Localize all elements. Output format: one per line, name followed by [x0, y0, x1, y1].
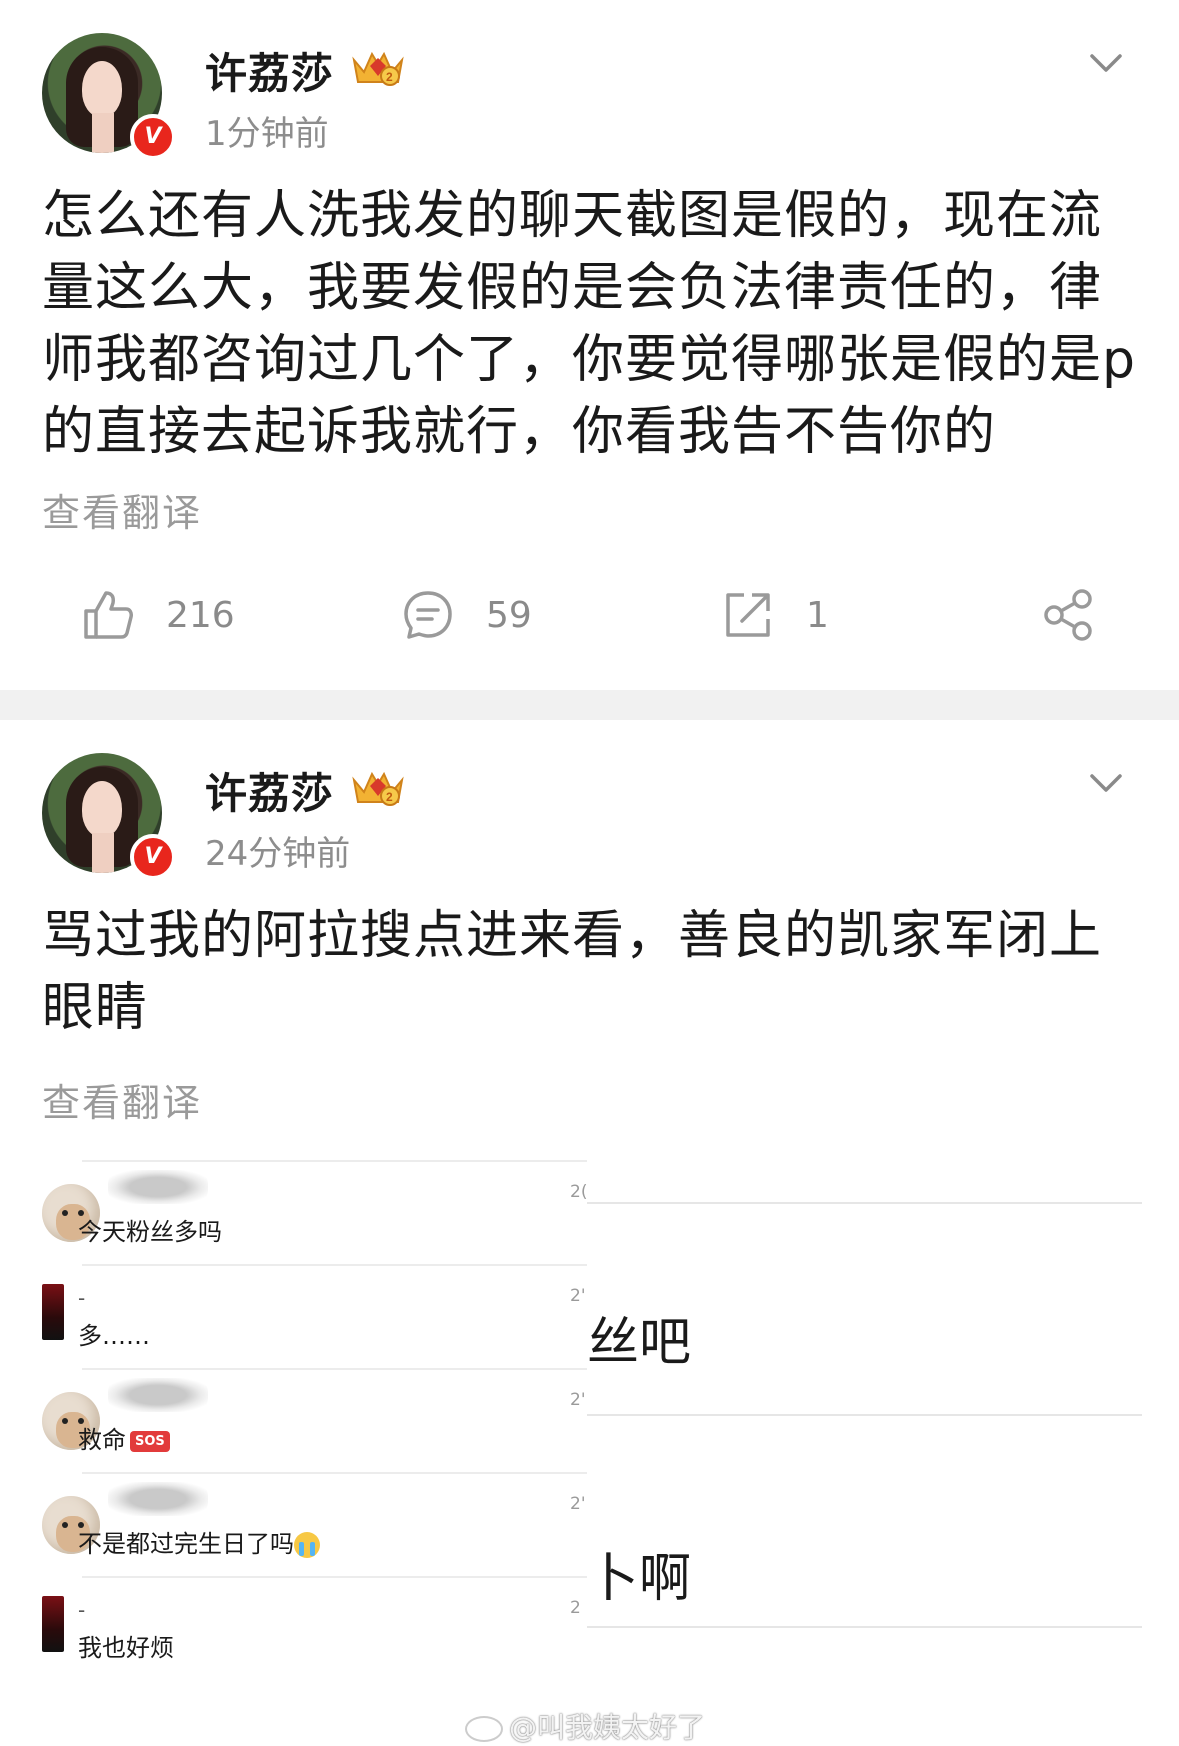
chat-list-item: 不是都过完生日了吗 2' — [42, 1472, 587, 1576]
chat-list-item: - 我也好烦 2 — [42, 1576, 587, 1680]
contact-avatar — [42, 1596, 64, 1652]
weibo-post: V 许荔莎 2 1分钟前 怎么还有人洗我发的聊天截图是假的，现在流量这么大，我要… — [0, 0, 1179, 690]
chat-list-item: 救命 SOS 2' — [42, 1368, 587, 1472]
chat-list: 今天粉丝多吗 2( - 多…… 2' 救命 SOS 2' 不是都过完生日了吗 2… — [42, 1160, 587, 1728]
blurred-contact-name — [108, 1378, 208, 1412]
chat-time: 2' — [570, 1494, 586, 1514]
chat-list-item: 今天粉丝多吗 2( — [42, 1160, 587, 1264]
svg-text:2: 2 — [386, 70, 393, 84]
contact-name: - — [78, 1286, 86, 1310]
comment-bubble-icon — [404, 591, 452, 639]
watermark: @叫我姨太好了 — [465, 1706, 705, 1746]
screenshot-background-layer: 丝吧 卜啊 — [587, 1160, 1142, 1728]
chat-time: 2' — [570, 1286, 586, 1306]
chat-message: 我也好烦 — [78, 1634, 174, 1662]
background-text-fragment: 卜啊 — [587, 1549, 692, 1609]
background-text-fragment: 丝吧 — [587, 1313, 692, 1373]
chat-message: 不是都过完生日了吗 — [78, 1524, 320, 1559]
weibo-logo-icon — [465, 1716, 503, 1742]
crown-badge-icon[interactable]: 2 — [350, 46, 406, 88]
repost-icon — [726, 593, 770, 637]
verified-v-icon: V — [130, 114, 176, 160]
post-content: 骂过我的阿拉搜点进来看，善良的凯家军闭上眼睛 — [42, 906, 1103, 1038]
chat-message-text: 不是都过完生日了吗 — [78, 1530, 294, 1558]
post-timestamp: 24分钟前 — [205, 834, 351, 874]
repost-count: 1 — [806, 594, 829, 636]
share-icon — [1044, 589, 1092, 641]
comment-button[interactable]: 59 — [400, 580, 532, 650]
chat-message: 多…… — [78, 1322, 150, 1350]
post-timestamp: 1分钟前 — [205, 114, 329, 154]
chevron-down-icon[interactable] — [1086, 768, 1126, 798]
chevron-down-icon[interactable] — [1086, 48, 1126, 78]
chat-time: 2( — [570, 1182, 588, 1202]
contact-avatar — [42, 1284, 64, 1340]
blurred-contact-name — [108, 1482, 208, 1516]
chat-time: 2 — [570, 1598, 581, 1618]
feed-divider — [0, 690, 1179, 720]
action-bar: 216 59 1 — [0, 580, 1179, 650]
translate-link[interactable]: 查看翻译 — [42, 1072, 202, 1127]
blurred-contact-name — [108, 1170, 208, 1204]
thumbs-up-icon — [84, 591, 133, 639]
verified-v-icon: V — [130, 834, 176, 880]
comment-count: 59 — [486, 594, 532, 636]
chat-list-item: - 多…… 2' — [42, 1264, 587, 1368]
crying-face-icon — [294, 1532, 320, 1558]
chat-message: 今天粉丝多吗 — [78, 1218, 222, 1246]
repost-button[interactable]: 1 — [720, 580, 829, 650]
translate-link[interactable]: 查看翻译 — [42, 482, 202, 537]
like-count: 216 — [166, 594, 235, 636]
attached-chat-screenshot[interactable]: 丝吧 卜啊 今天粉丝多吗 2( - 多…… 2' 救命 SOS 2' 不是都过完… — [42, 1160, 1142, 1728]
username[interactable]: 许荔莎 — [205, 40, 334, 101]
contact-name: - — [78, 1598, 86, 1622]
chat-message: 救命 SOS — [78, 1420, 170, 1455]
username[interactable]: 许荔莎 — [205, 760, 334, 821]
crown-badge-icon[interactable]: 2 — [350, 766, 406, 808]
sos-emoji-icon: SOS — [130, 1430, 170, 1452]
post-content: 怎么还有人洗我发的聊天截图是假的，现在流量这么大，我要发假的是会负法律责任的，律… — [42, 186, 1137, 462]
chat-message-text: 救命 — [78, 1426, 126, 1454]
svg-text:2: 2 — [386, 790, 393, 804]
like-button[interactable]: 216 — [80, 580, 235, 650]
chat-time: 2' — [570, 1390, 586, 1410]
share-button[interactable] — [1040, 580, 1096, 650]
